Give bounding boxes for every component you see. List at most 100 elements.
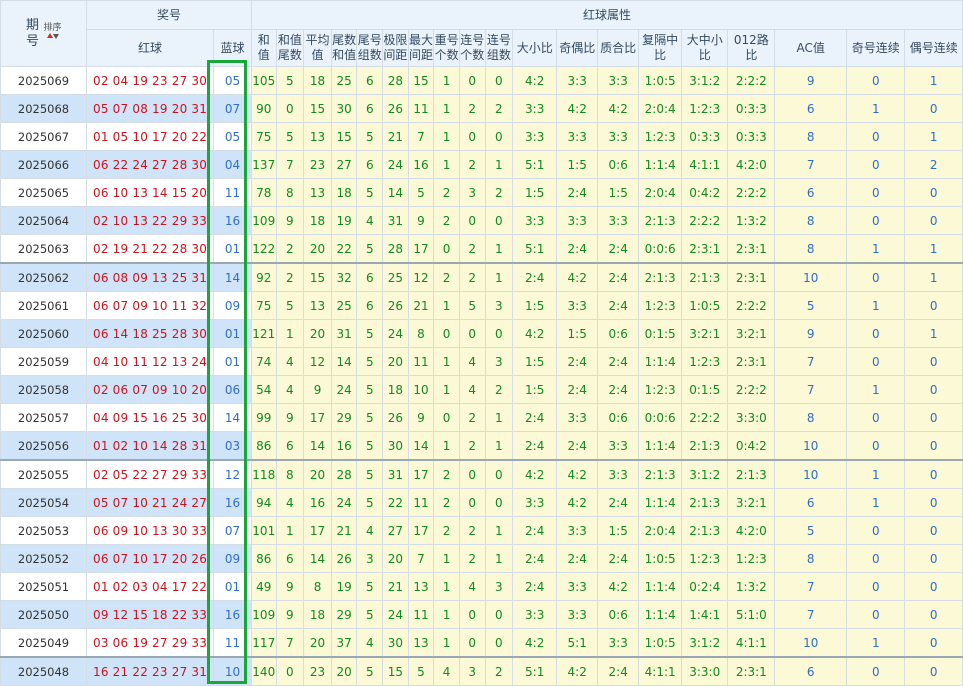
attr-cell-12: 2:4 [597, 291, 640, 320]
sort-label: 排序 [43, 23, 62, 33]
attr-cell-8: 0 [458, 459, 486, 489]
lottery-table: 期号 排序 奖号 红球属性 红球 蓝球 和值 和值尾数 平均值 尾数和值 尾号组数 极限间… [0, 0, 963, 686]
attr-cell-16: 9 [774, 66, 848, 95]
table-row: 2025053 06 09 10 13 30 33 07 101 1 17 21 4 27 17 2… [0, 516, 963, 545]
attr-cell-12: 2:4 [597, 234, 640, 264]
attr-cell-6: 7 [407, 544, 435, 573]
attr-cell-12: 2:4 [597, 347, 640, 376]
attr-cell-15: 2:3:1 [727, 234, 776, 264]
attr-cell-18: 0 [904, 488, 963, 517]
attr-cell-9: 2 [484, 656, 514, 686]
attr-cell-11: 2:4 [556, 347, 599, 376]
attr-cell-1: 5 [275, 66, 305, 95]
attr-cell-15: 4:2:0 [727, 516, 776, 545]
blue-ball-cell: 14 [213, 403, 252, 432]
table-row: 2025061 06 07 09 10 11 32 09 75 5 13 25 6 26 21 1 5… [0, 291, 963, 320]
attr-cell-6: 17 [407, 234, 435, 264]
attr-cell-13: 1:0:5 [638, 628, 683, 658]
issue-header[interactable]: 期号 排序 [0, 0, 88, 67]
attr-cell-11: 2:4 [556, 178, 599, 207]
blue-ball-cell: 05 [213, 122, 252, 151]
attr-cell-13: 1:1:4 [638, 572, 683, 601]
attr-cell-0: 117 [250, 628, 277, 658]
attr-cell-16: 5 [774, 516, 848, 545]
attr-cell-16: 8 [774, 122, 848, 151]
attr-cell-5: 26 [382, 403, 409, 432]
attr-cell-16: 7 [774, 572, 848, 601]
table-row: 2025060 06 14 18 25 28 30 01 121 1 20 31 5 24 8 0 0… [0, 319, 963, 348]
attr-cell-10: 2:4 [512, 572, 558, 601]
table-row: 2025052 06 07 10 17 20 26 09 86 6 14 26 3 20 7 1 2 1… [0, 544, 963, 573]
attr-cell-18: 0 [904, 206, 963, 235]
attr-cell-7: 1 [433, 94, 460, 123]
issue-cell: 2025059 [0, 347, 88, 376]
blue-ball-cell: 01 [213, 234, 252, 264]
attr-cell-8: 0 [458, 122, 486, 151]
attr-cell-15: 2:3:1 [727, 262, 776, 292]
attr-cell-13: 1:2:3 [638, 122, 683, 151]
attr-cell-10: 3:3 [512, 122, 558, 151]
attr-cell-18: 0 [904, 431, 963, 461]
attr-cell-16: 7 [774, 600, 848, 629]
issue-cell: 2025058 [0, 375, 88, 404]
attr-cell-3: 27 [330, 150, 358, 179]
attr-cell-17: 0 [846, 206, 906, 235]
attr-cell-12: 2:4 [597, 488, 640, 517]
attr-cell-1: 9 [275, 403, 305, 432]
attr-cell-8: 0 [458, 66, 486, 95]
blue-ball-cell: 16 [213, 206, 252, 235]
attr-cell-4: 6 [356, 291, 384, 320]
table-row: 2025054 05 07 10 21 24 27 16 94 4 16 24 5 22 11 2 0… [0, 488, 963, 517]
attr-cell-17: 1 [846, 375, 906, 404]
attr-cell-17: 1 [846, 488, 906, 517]
attr-cell-8: 0 [458, 600, 486, 629]
attr-cell-1: 7 [275, 628, 305, 658]
attr-cell-7: 1 [433, 572, 460, 601]
attr-cell-9: 1 [484, 431, 514, 461]
attr-cell-2: 18 [303, 600, 332, 629]
attr-cell-5: 14 [382, 178, 409, 207]
red-balls-cell: 01 02 03 04 17 22 [86, 572, 215, 601]
attr-cell-17: 0 [846, 66, 906, 95]
issue-cell: 2025065 [0, 178, 88, 207]
attr-cell-18: 1 [904, 319, 963, 348]
attr-cell-7: 1 [433, 150, 460, 179]
attr-cell-3: 25 [330, 66, 358, 95]
attr-cell-2: 23 [303, 656, 332, 686]
attr-cell-10: 4:2 [512, 319, 558, 348]
attr-cell-18: 1 [904, 66, 963, 95]
attr-cell-8: 4 [458, 347, 486, 376]
attr-cell-17: 1 [846, 459, 906, 489]
attr-cell-13: 2:1:3 [638, 459, 683, 489]
attr-cell-8: 0 [458, 319, 486, 348]
blue-ball-cell: 03 [213, 431, 252, 461]
attr-cell-9: 2 [484, 375, 514, 404]
issue-cell: 2025053 [0, 516, 88, 545]
attr-cell-13: 2:1:3 [638, 262, 683, 292]
attr-cell-15: 2:2:2 [727, 66, 776, 95]
attr-cell-16: 8 [774, 206, 848, 235]
attr-cell-8: 0 [458, 206, 486, 235]
attr-cell-17: 0 [846, 516, 906, 545]
attr-cell-12: 0:6 [597, 403, 640, 432]
table-row: 2025068 05 07 08 19 20 31 07 90 0 15 30 6 26 11 1 2… [0, 94, 963, 123]
attr-cell-6: 10 [407, 375, 435, 404]
attr-cell-3: 21 [330, 516, 358, 545]
attr-cell-3: 14 [330, 347, 358, 376]
red-balls-cell: 06 08 09 13 25 31 [86, 262, 215, 292]
attr-header-8: 连号个数 [458, 29, 486, 67]
attr-cell-14: 1:2:3 [681, 347, 729, 376]
attr-cell-6: 8 [407, 319, 435, 348]
attr-cell-13: 0:1:5 [638, 319, 683, 348]
attr-cell-1: 9 [275, 600, 305, 629]
attr-cell-2: 20 [303, 628, 332, 658]
sort-toggle[interactable]: 排序 [44, 23, 62, 44]
attr-cell-4: 5 [356, 488, 384, 517]
attr-cell-15: 0:3:3 [727, 94, 776, 123]
red-balls-cell: 03 06 19 27 29 33 [86, 628, 215, 658]
attr-cell-0: 78 [250, 178, 277, 207]
attr-cell-8: 0 [458, 628, 486, 658]
attr-cell-8: 2 [458, 516, 486, 545]
attr-cell-17: 0 [846, 544, 906, 573]
attr-cell-3: 29 [330, 600, 358, 629]
